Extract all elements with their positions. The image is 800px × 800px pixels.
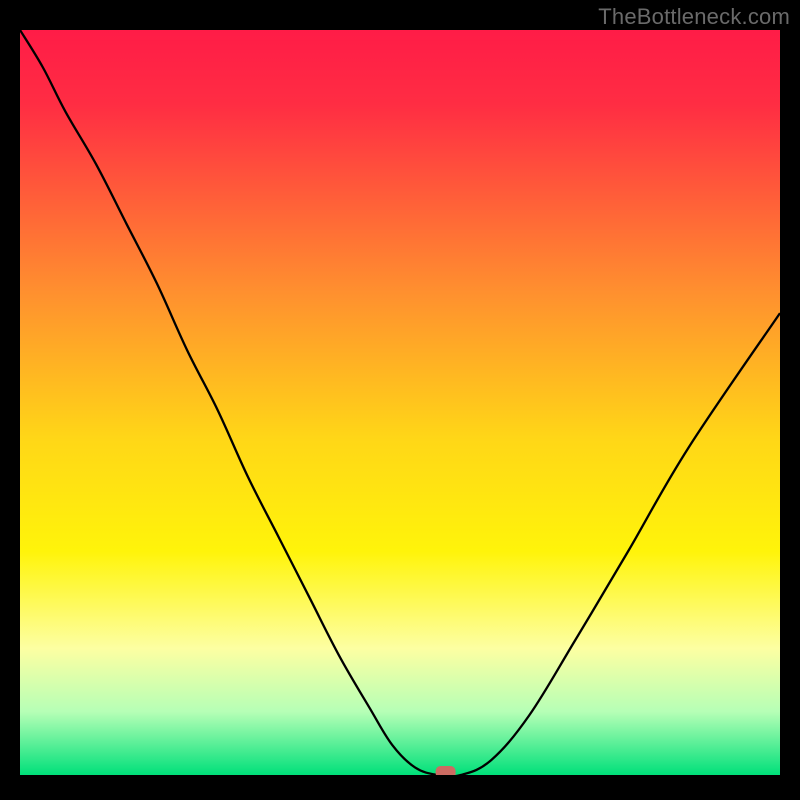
minimum-marker [436, 766, 456, 775]
chart-canvas: TheBottleneck.com [0, 0, 800, 800]
chart-svg [20, 30, 780, 775]
plot-area [20, 30, 780, 775]
chart-background [20, 30, 780, 775]
attribution-text: TheBottleneck.com [598, 4, 790, 30]
